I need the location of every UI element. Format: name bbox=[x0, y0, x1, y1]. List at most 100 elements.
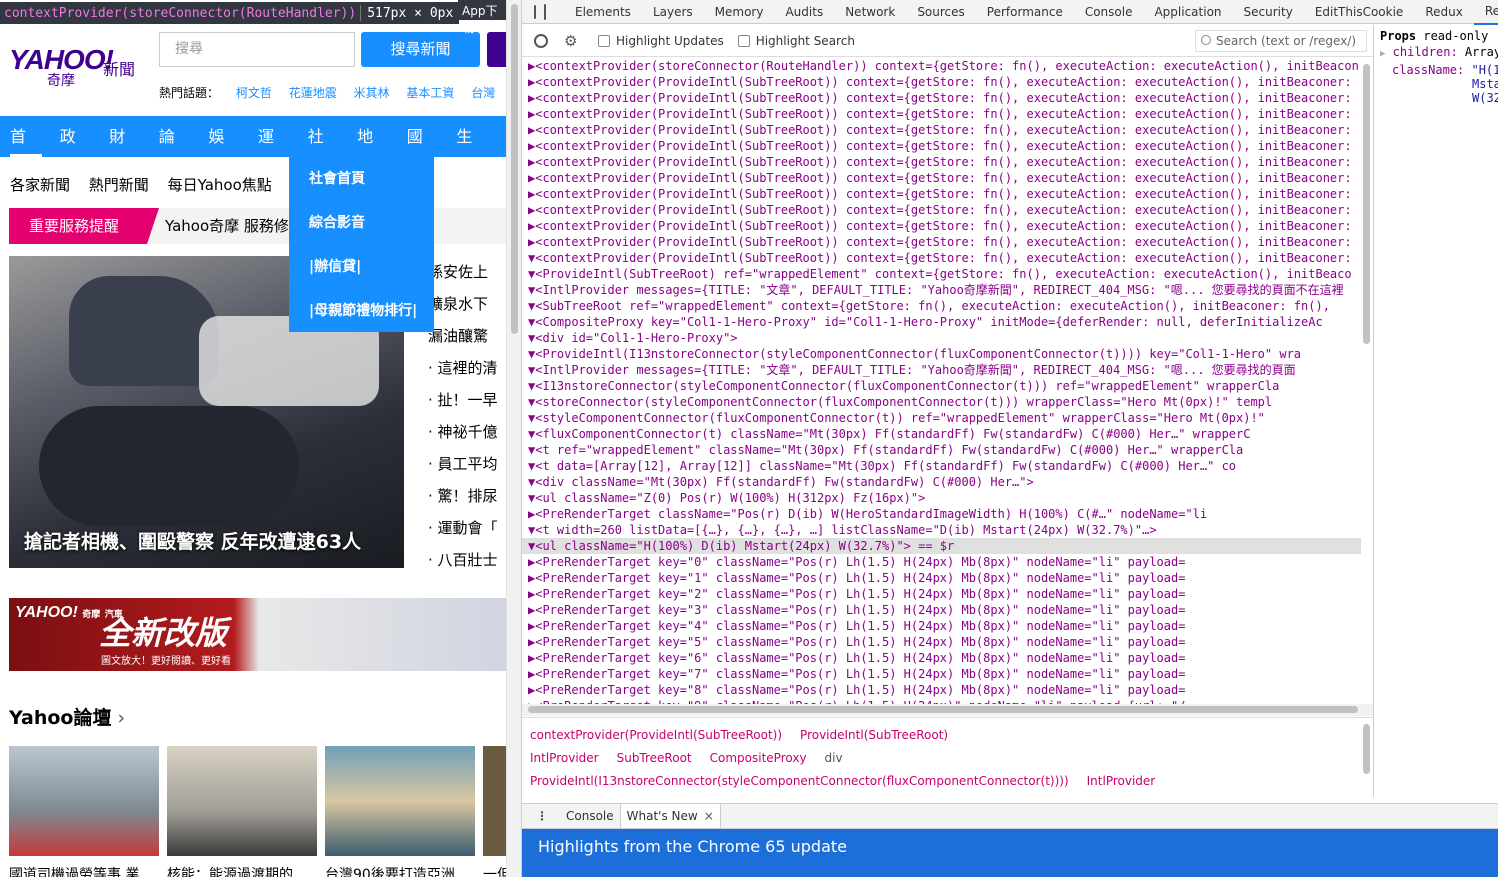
headline-item[interactable]: · 運動會「 bbox=[428, 512, 506, 544]
tree-node[interactable]: ▶<contextProvider(ProvideIntl(SubTreeRoo… bbox=[522, 106, 1361, 122]
headline-item[interactable]: · 員工平均 bbox=[428, 448, 506, 480]
tree-node[interactable]: ▶<PreRenderTarget key="0" className="Pos… bbox=[522, 554, 1361, 570]
nav-item-home[interactable]: 首頁 bbox=[10, 116, 42, 187]
nav-item-local[interactable]: 地方 bbox=[357, 116, 389, 187]
dropdown-item[interactable]: |母親節禮物排行| bbox=[289, 289, 434, 333]
thumbnail-caption[interactable]: 一但 bbox=[483, 864, 506, 877]
component-search-input[interactable]: Search (text or /regex/) bbox=[1195, 30, 1367, 52]
nav-item-finance[interactable]: 財經 bbox=[109, 116, 141, 187]
breadcrumb-item[interactable]: CompositeProxy bbox=[710, 751, 807, 765]
tree-node[interactable]: ▼<contextProvider(ProvideIntl(SubTreeRoo… bbox=[522, 250, 1361, 266]
tree-node[interactable]: ▶<contextProvider(ProvideIntl(SubTreeRoo… bbox=[522, 90, 1361, 106]
forum-section-title[interactable]: Yahoo論壇 › bbox=[9, 703, 125, 730]
tree-horizontal-scrollbar[interactable] bbox=[522, 704, 1373, 716]
headline-item[interactable]: · 驚！排尿 bbox=[428, 480, 506, 512]
tree-node[interactable]: ▶<contextProvider(ProvideIntl(SubTreeRoo… bbox=[522, 74, 1361, 90]
tree-node[interactable]: ▼<t width=260 listData=[{…}, {…}, {…}, …… bbox=[522, 522, 1361, 538]
headline-item[interactable]: · 神祕千億 bbox=[428, 416, 506, 448]
scrollbar-thumb[interactable] bbox=[1363, 64, 1370, 344]
scrollbar-thumb[interactable] bbox=[511, 4, 518, 334]
headline-item[interactable]: 漏油釀驚 bbox=[428, 320, 506, 352]
nav-item-international[interactable]: 國際 bbox=[407, 116, 439, 187]
hot-topic-link[interactable]: 台灣 bbox=[471, 86, 495, 100]
target-icon[interactable] bbox=[534, 33, 548, 48]
scrollbar-thumb[interactable] bbox=[528, 706, 1358, 713]
tree-node[interactable]: ▶<PreRenderTarget key="5" className="Pos… bbox=[522, 634, 1361, 650]
sub-nav-item[interactable]: 各家新聞 bbox=[10, 176, 70, 194]
tree-node[interactable]: ▼<styleComponentConnector(fluxComponentC… bbox=[522, 410, 1361, 426]
page-scrollbar[interactable] bbox=[506, 0, 521, 877]
hot-topic-link[interactable]: 柯文哲 bbox=[236, 86, 272, 100]
nav-item-sports[interactable]: 運動 bbox=[258, 116, 290, 187]
tab-layers[interactable]: Layers bbox=[642, 0, 704, 24]
more-vertical-icon[interactable]: ⋮ bbox=[536, 809, 548, 823]
tree-node[interactable]: ▶<contextProvider(ProvideIntl(SubTreeRoo… bbox=[522, 186, 1361, 202]
close-icon[interactable]: × bbox=[704, 809, 714, 823]
tab-performance[interactable]: Performance bbox=[976, 0, 1074, 24]
search-news-button[interactable]: 搜尋新聞 bbox=[361, 32, 480, 67]
tab-elements[interactable]: Elements bbox=[564, 0, 642, 24]
hot-topic-link[interactable]: 米其林 bbox=[354, 86, 390, 100]
tree-node[interactable]: ▶<PreRenderTarget key="1" className="Pos… bbox=[522, 570, 1361, 586]
tree-node[interactable]: ▶<contextProvider(ProvideIntl(SubTreeRoo… bbox=[522, 122, 1361, 138]
tree-node[interactable]: ▼<I13nstoreConnector(styleComponentConne… bbox=[522, 378, 1361, 394]
breadcrumb-item[interactable]: IntlProvider bbox=[530, 751, 599, 765]
thumbnail-image[interactable] bbox=[9, 746, 159, 856]
tree-node[interactable]: ▶<contextProvider(ProvideIntl(SubTreeRoo… bbox=[522, 154, 1361, 170]
tree-node[interactable]: ▶<contextProvider(ProvideIntl(SubTreeRoo… bbox=[522, 170, 1361, 186]
headline-item[interactable]: 孫安佐上 bbox=[428, 256, 506, 288]
headline-item[interactable]: · 八百壯士 bbox=[428, 544, 506, 576]
device-toolbar-icon[interactable] bbox=[544, 3, 546, 20]
hot-topic-link[interactable]: 花蓮地震 bbox=[289, 86, 337, 100]
tab-memory[interactable]: Memory bbox=[704, 0, 775, 24]
tab-console[interactable]: Console bbox=[1074, 0, 1144, 24]
breadcrumb-item[interactable]: ProvideIntl(I13nstoreConnector(styleComp… bbox=[530, 774, 1069, 788]
search-input[interactable]: 搜尋 bbox=[159, 32, 355, 67]
tree-node[interactable]: ▼<ul className="Z(0) Pos(r) W(100%) H(31… bbox=[522, 490, 1361, 506]
breadcrumb-item[interactable]: div bbox=[825, 751, 843, 765]
headline-item[interactable]: · 扯！一早 bbox=[428, 384, 506, 416]
dropdown-item[interactable]: 綜合影音 bbox=[289, 201, 434, 245]
app-download-link[interactable]: App下載 bbox=[458, 0, 506, 35]
thumbnail-image[interactable] bbox=[167, 746, 317, 856]
tab-security[interactable]: Security bbox=[1233, 0, 1304, 24]
tree-node[interactable]: ▶<PreRenderTarget key="3" className="Pos… bbox=[522, 602, 1361, 618]
tree-node[interactable]: ▼<t data=[Array[12], Array[12]] classNam… bbox=[522, 458, 1361, 474]
nav-item-society[interactable]: 社會 bbox=[308, 116, 340, 187]
tree-node[interactable]: ▼<div id="Col1-1-Hero-Proxy"> bbox=[522, 330, 1361, 346]
sub-nav-item[interactable]: 每日Yahoo焦點 bbox=[168, 176, 272, 194]
tree-node[interactable]: ▶<contextProvider(ProvideIntl(SubTreeRoo… bbox=[522, 218, 1361, 234]
nav-item-entertainment[interactable]: 娛樂 bbox=[208, 116, 240, 187]
breadcrumb-scrollbar-thumb[interactable] bbox=[1363, 724, 1370, 774]
prop-value[interactable]: "H(1 bbox=[1471, 63, 1498, 77]
thumbnail-image[interactable] bbox=[483, 746, 506, 856]
tab-application[interactable]: Application bbox=[1143, 0, 1232, 24]
tree-node[interactable]: ▶<PreRenderTarget key="4" className="Pos… bbox=[522, 618, 1361, 634]
expand-arrow-icon[interactable]: ▶ bbox=[1380, 49, 1385, 59]
thumbnail-caption[interactable]: 台灣90後要打造亞洲 bbox=[325, 864, 483, 877]
tree-node[interactable]: ▼<fluxComponentConnector(t) className="M… bbox=[522, 426, 1361, 442]
inspect-element-icon[interactable] bbox=[534, 4, 536, 19]
component-tree[interactable]: ▶<contextProvider(storeConnector(RouteHa… bbox=[522, 58, 1361, 704]
headline-item[interactable]: · 這裡的清 bbox=[428, 352, 506, 384]
nav-item-life[interactable]: 生活 bbox=[456, 116, 488, 187]
tree-node[interactable]: ▶<PreRenderTarget key="7" className="Pos… bbox=[522, 666, 1361, 682]
tree-node[interactable]: ▼<SubTreeRoot ref="wrappedElement" conte… bbox=[522, 298, 1361, 314]
highlight-updates-checkbox[interactable] bbox=[598, 34, 610, 47]
tree-node[interactable]: ▼<div className="Mt(30px) Ff(standardFf)… bbox=[522, 474, 1361, 490]
nav-item-politics[interactable]: 政治 bbox=[60, 116, 92, 187]
tree-node[interactable]: ▼<CompositeProxy key="Col1-1-Hero-Proxy"… bbox=[522, 314, 1361, 330]
tab-editthiscookie[interactable]: EditThisCookie bbox=[1304, 0, 1415, 24]
tree-node[interactable]: ▼<IntlProvider messages={TITLE: "文章", DE… bbox=[522, 282, 1361, 298]
tree-node[interactable]: ▼<IntlProvider messages={TITLE: "文章", DE… bbox=[522, 362, 1361, 378]
tree-node[interactable]: ▶<PreRenderTarget key="8" className="Pos… bbox=[522, 682, 1361, 698]
auto-banner-ad[interactable]: YAHOO! 奇摩 汽車 全新改版 圖文放大！更好閱讀、更好看 bbox=[9, 598, 506, 671]
nav-item-forum[interactable]: 論壇 bbox=[159, 116, 191, 187]
tab-audits[interactable]: Audits bbox=[774, 0, 834, 24]
tree-scrollbar[interactable] bbox=[1363, 58, 1373, 704]
tab-network[interactable]: Network bbox=[834, 0, 906, 24]
hot-topic-link[interactable]: 基本工資 bbox=[406, 86, 454, 100]
thumbnail-caption[interactable]: 國道司機過勞等事 業 bbox=[9, 864, 167, 877]
tree-node[interactable]: ▶<PreRenderTarget className="Pos(r) D(ib… bbox=[522, 506, 1361, 522]
headline-item[interactable]: 礦泉水下 bbox=[428, 288, 506, 320]
